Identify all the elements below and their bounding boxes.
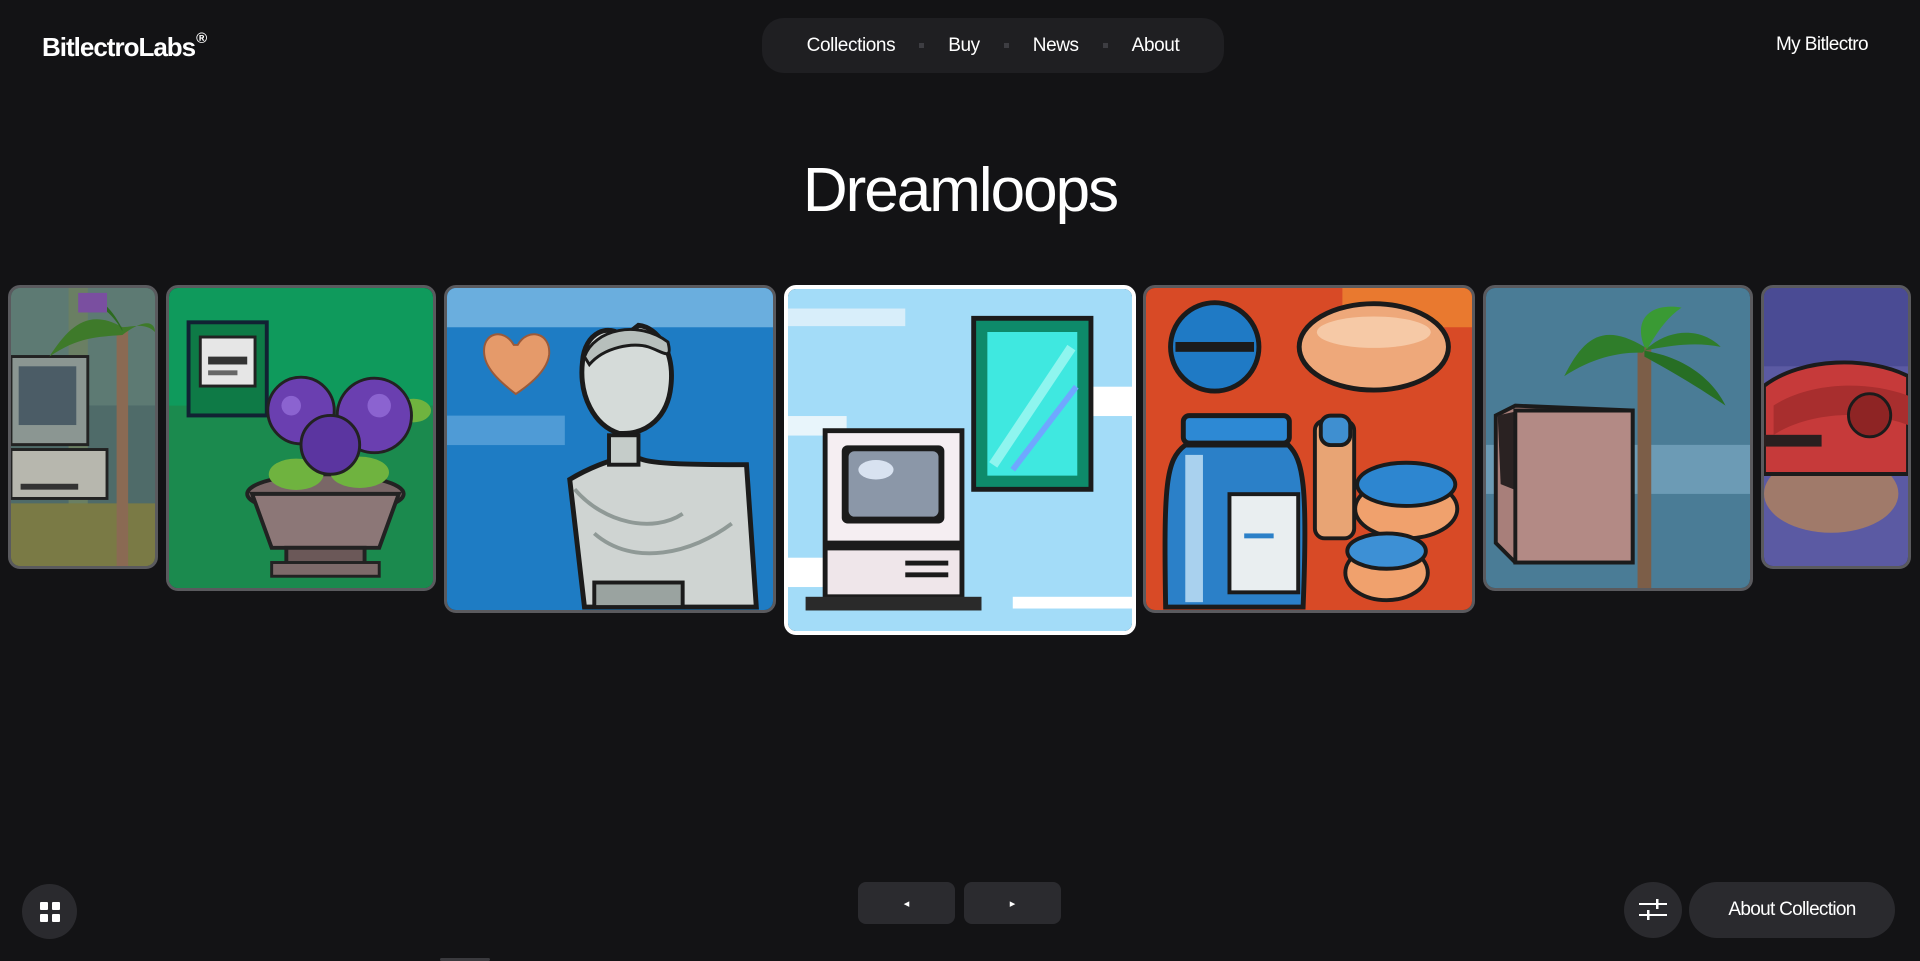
artwork-jars [1146,288,1472,610]
carousel-card-jars[interactable] [1143,285,1475,613]
artwork-retro-computer [788,289,1132,631]
about-collection-button[interactable]: About Collection [1689,882,1895,938]
carousel-card-flowers[interactable] [166,285,436,591]
artwork-palm-computer [11,288,155,566]
grid-icon [39,901,60,922]
carousel-prev-button[interactable]: ◂ [858,882,955,924]
nav-item-about[interactable]: About [1108,35,1204,57]
nav-item-news[interactable]: News [1009,35,1103,57]
artwork-potted-flowers [169,288,433,588]
top-navigation: Collections Buy News About [762,18,1224,73]
nav-item-buy[interactable]: Buy [924,35,1004,57]
my-account-link[interactable]: My Bitlectro [1776,34,1869,56]
nav-item-collections[interactable]: Collections [783,35,920,57]
carousel-card-palm-computer[interactable] [8,285,158,569]
brand-logo[interactable]: BitlectroLabs® [42,30,207,63]
brand-name: BitlectroLabs [42,32,196,62]
brand-registered-mark: ® [196,30,207,47]
carousel-card-palm-box[interactable] [1483,285,1753,591]
sliders-icon [1639,899,1667,920]
artwork-rotary-telephone [1764,288,1908,566]
filter-button[interactable] [1624,882,1682,938]
collection-title: Dreamloops [802,156,1119,225]
carousel-card-bust[interactable] [444,285,776,613]
carousel-card-computer[interactable] [784,285,1136,635]
grid-view-button[interactable] [22,884,77,939]
carousel-next-button[interactable]: ▸ [964,882,1061,924]
prev-arrow-icon: ◂ [903,897,910,910]
carousel-card-telephone[interactable] [1761,285,1911,569]
artwork-palm-box [1486,288,1750,588]
artwork-classical-bust [447,288,773,610]
next-arrow-icon: ▸ [1009,897,1016,910]
